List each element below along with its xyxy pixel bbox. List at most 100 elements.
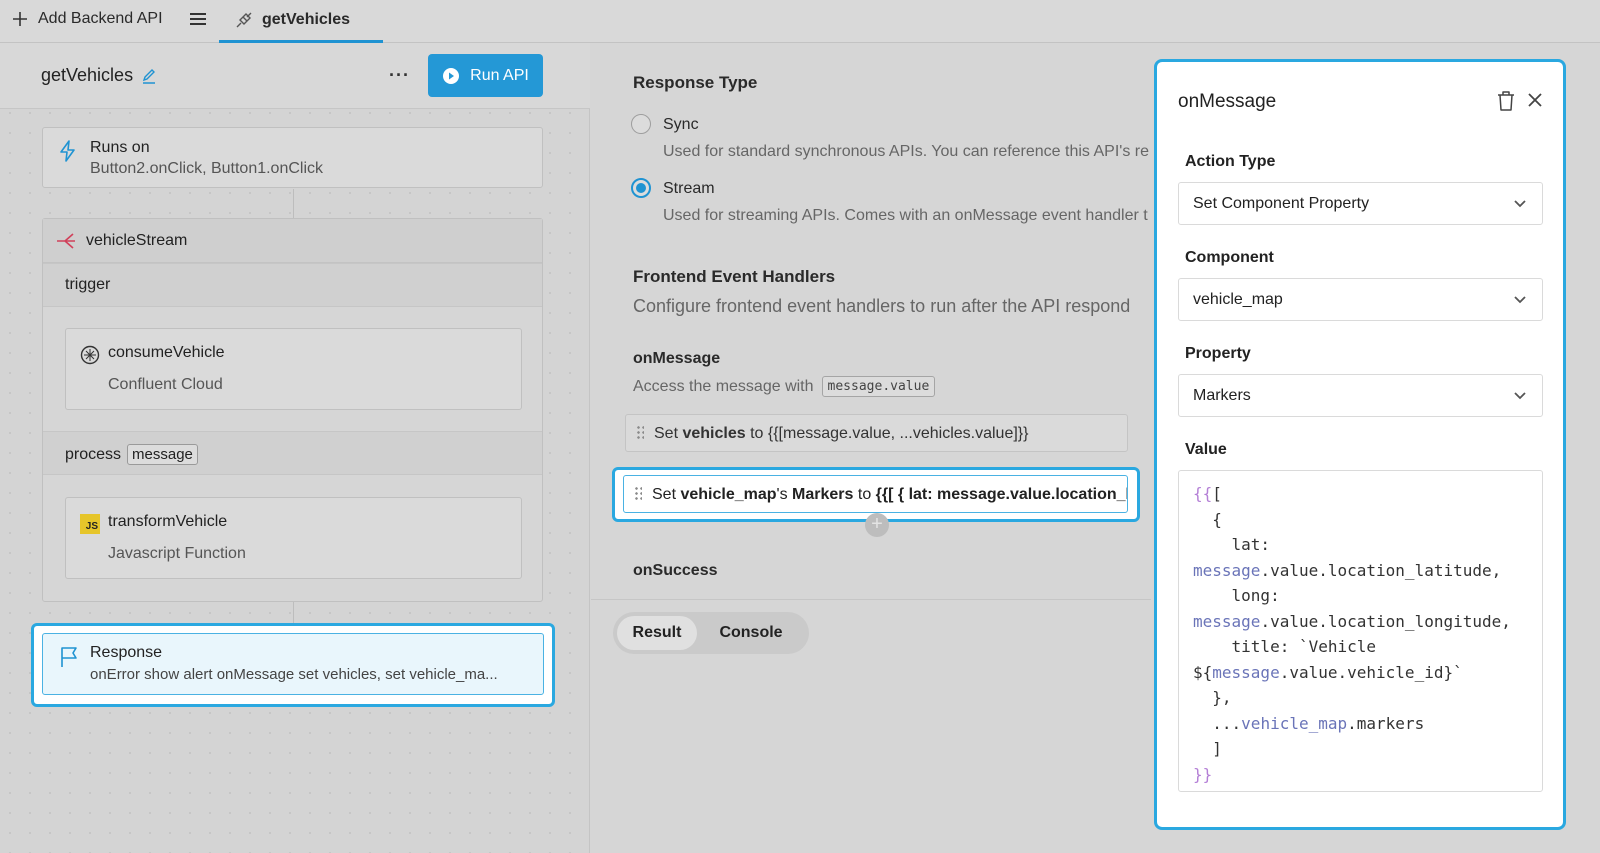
frontend-event-handlers-description: Configure frontend event handlers to run… [633, 296, 1131, 316]
stream-description: Used for streaming APIs. Comes with an o… [663, 207, 1148, 224]
chevron-down-icon [1514, 200, 1526, 208]
property-value: Markers [1193, 387, 1251, 404]
vehicle-stream-block: vehicleStream trigger consumeVehicle Con… [42, 218, 543, 602]
code-line: long: [1193, 586, 1280, 605]
handler-text: 's [776, 486, 788, 503]
message-value-chip: message.value [821, 376, 936, 397]
property-select[interactable]: Markers [1178, 374, 1543, 417]
onmessage-access-hint: Access the message with message.value [633, 376, 936, 397]
value-code-editor[interactable]: {{[ { lat: message.value.location_latitud… [1178, 470, 1543, 792]
handler-component: vehicle_map [680, 486, 777, 503]
javascript-icon: JS [80, 514, 100, 534]
api-name: getVehicles [41, 65, 157, 86]
trigger-section: trigger [43, 263, 542, 307]
consume-vehicle-subtitle: Confluent Cloud [108, 376, 223, 393]
drag-handle-icon[interactable] [636, 425, 644, 441]
connector-line [293, 189, 294, 218]
add-backend-api-button[interactable]: Add Backend API [12, 10, 163, 28]
stream-label: Stream [663, 180, 715, 197]
response-card-highlight: Response onError show alert onMessage se… [31, 623, 555, 707]
code-line: title: `Vehicle [1193, 637, 1377, 656]
value-label: Value [1185, 441, 1227, 458]
panel-title: onMessage [1178, 91, 1277, 112]
trigger-label: trigger [65, 276, 111, 293]
code-line: ...vehicle_map.markers [1193, 713, 1425, 733]
consume-vehicle-title: consumeVehicle [108, 344, 225, 361]
onmessage-heading: onMessage [633, 350, 721, 367]
confluent-icon [80, 345, 100, 365]
action-type-label: Action Type [1185, 153, 1276, 170]
menu-icon[interactable] [190, 13, 206, 27]
response-type-heading: Response Type [633, 73, 758, 92]
close-icon[interactable] [1525, 90, 1545, 110]
action-type-value: Set Component Property [1193, 195, 1370, 212]
code-line: message.value.location_latitude, [1193, 560, 1502, 580]
code-line: ] [1193, 739, 1222, 758]
add-handler-plus-icon[interactable]: + [865, 513, 889, 537]
tab-label: getVehicles [262, 11, 351, 28]
api-header: getVehicles ··· Run API [0, 43, 590, 109]
transform-vehicle-title: transformVehicle [108, 513, 228, 530]
response-subtitle: onError show alert onMessage set vehicle… [90, 666, 498, 683]
tab-console[interactable]: Console [705, 616, 797, 650]
api-name-text: getVehicles [41, 65, 134, 85]
tab-getvehicles[interactable]: getVehicles [219, 0, 383, 43]
runs-on-subtitle: Button2.onClick, Button1.onClick [90, 160, 324, 177]
onsuccess-heading: onSuccess [633, 562, 718, 579]
stream-icon [57, 233, 75, 249]
chevron-down-icon [1514, 296, 1526, 304]
code-line: message.value.location_longitude, [1193, 611, 1511, 631]
trash-icon[interactable] [1496, 90, 1516, 112]
more-options-icon[interactable]: ··· [389, 65, 410, 86]
response-title: Response [90, 644, 163, 661]
transform-vehicle-step[interactable]: JS transformVehicle Javascript Function [65, 497, 522, 579]
runs-on-title: Runs on [90, 139, 150, 156]
property-label: Property [1185, 345, 1251, 362]
code-line: {{[ [1193, 484, 1222, 503]
response-card[interactable]: Response onError show alert onMessage se… [42, 633, 544, 695]
process-message-chip: message [127, 444, 198, 465]
chevron-down-icon [1514, 392, 1526, 400]
handler-set-vehicle-map-markers[interactable]: Set vehicle_map's Markers to {{[ { lat: … [623, 475, 1128, 513]
api-link-icon [236, 12, 252, 28]
action-type-select[interactable]: Set Component Property [1178, 182, 1543, 225]
code-line: { [1193, 509, 1222, 529]
handler-text: Set [654, 425, 679, 442]
stream-title: vehicleStream [86, 232, 188, 249]
left-panel: getVehicles ··· Run API Runs on Button2.… [0, 43, 590, 853]
onmessage-access-text: Access the message with [633, 377, 814, 395]
play-icon [443, 67, 460, 84]
code-line: }, [1193, 688, 1232, 707]
add-backend-api-label: Add Backend API [38, 10, 163, 27]
config-panel: Response Type Sync Used for standard syn… [591, 43, 1151, 853]
consume-vehicle-step[interactable]: consumeVehicle Confluent Cloud [65, 328, 522, 410]
runs-on-card[interactable]: Runs on Button2.onClick, Button1.onClick [42, 127, 543, 188]
stream-radio[interactable] [631, 178, 651, 198]
stream-header[interactable]: vehicleStream [43, 219, 542, 263]
code-line: ${message.value.vehicle_id}` [1193, 662, 1463, 682]
output-tabs: Result Console [613, 612, 809, 654]
run-api-button[interactable]: Run API [428, 54, 543, 97]
edit-pencil-icon[interactable] [141, 68, 157, 84]
handler-value: to {{[message.value, ...vehicles.value]}… [750, 425, 1029, 442]
divider [591, 599, 1151, 600]
flag-icon [61, 647, 77, 667]
lightning-icon [60, 140, 75, 162]
component-value: vehicle_map [1193, 291, 1283, 308]
frontend-event-handlers-heading: Frontend Event Handlers [633, 267, 836, 286]
code-line: lat: [1193, 535, 1271, 554]
onmessage-action-panel: onMessage Action Type Set Component Prop… [1154, 59, 1566, 830]
process-label: process [65, 445, 122, 463]
plus-icon [13, 12, 27, 26]
handler-value: {{[ { lat: message.value.location_l... [875, 486, 1128, 503]
tab-result[interactable]: Result [617, 616, 697, 650]
handler-set-vehicles[interactable]: Set vehicles to {{[message.value, ...veh… [625, 414, 1128, 452]
sync-label: Sync [663, 116, 699, 133]
component-label: Component [1185, 249, 1274, 266]
drag-handle-icon[interactable] [634, 486, 642, 502]
component-select[interactable]: vehicle_map [1178, 278, 1543, 321]
handler-text: Set [652, 486, 677, 503]
sync-radio[interactable] [631, 114, 651, 134]
transform-vehicle-subtitle: Javascript Function [108, 545, 246, 562]
handler-property: Markers [792, 486, 854, 503]
